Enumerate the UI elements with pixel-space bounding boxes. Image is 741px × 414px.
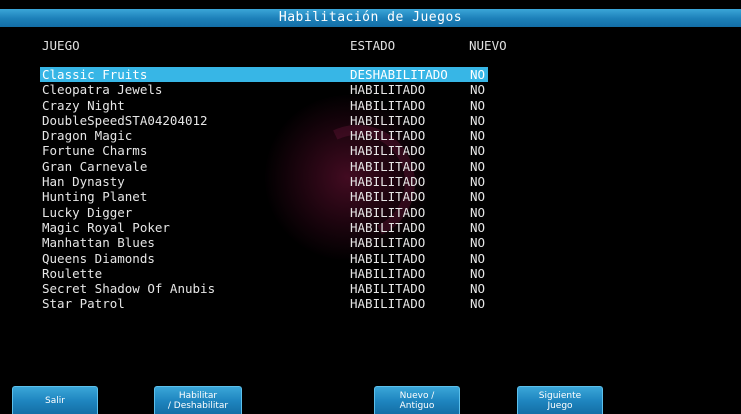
game-enable-screen: Habilitación de Juegos JUEGO ESTADO NUEV…	[0, 0, 741, 414]
habilitar-button-label-line2: / Deshabilitar	[167, 400, 229, 411]
game-name: Queens Diamonds	[42, 250, 155, 266]
game-estado: HABILITADO	[350, 143, 426, 159]
game-name: Dragon Magic	[42, 128, 133, 144]
table-row[interactable]: Hunting Planet HABILITADO NO	[0, 189, 741, 204]
game-name: Han Dynasty	[42, 174, 125, 190]
column-header-nuevo: NUEVO	[469, 38, 507, 53]
game-nuevo: NO	[470, 219, 486, 235]
game-nuevo: NO	[470, 189, 486, 205]
habilitar-deshabilitar-button[interactable]: Habilitar / Deshabilitar	[154, 386, 242, 414]
game-nuevo: NO	[470, 265, 486, 281]
game-nuevo: NO	[470, 158, 486, 174]
game-estado: HABILITADO	[350, 281, 426, 297]
game-name: Cleopatra Jewels	[42, 82, 163, 98]
nuevo-button-label-line1: Nuevo /	[399, 390, 435, 401]
siguiente-button-label-line2: Juego	[547, 400, 573, 411]
game-nuevo: NO	[470, 128, 486, 144]
table-row[interactable]: Dragon Magic HABILITADO NO	[0, 128, 741, 143]
table-row[interactable]: Classic Fruits DESHABILITADO NO	[0, 67, 741, 82]
game-nuevo: NO	[470, 112, 486, 128]
game-estado: HABILITADO	[350, 128, 426, 144]
table-row[interactable]: Crazy Night HABILITADO NO	[0, 98, 741, 113]
games-list: Classic Fruits DESHABILITADO NO Cleopatr…	[0, 67, 741, 312]
siguiente-juego-button[interactable]: Siguiente Juego	[517, 386, 603, 414]
table-row[interactable]: Queens Diamonds HABILITADO NO	[0, 251, 741, 266]
game-name: Roulette	[42, 265, 103, 281]
table-row[interactable]: Lucky Digger HABILITADO NO	[0, 205, 741, 220]
game-estado: HABILITADO	[350, 97, 426, 113]
game-name: Hunting Planet	[42, 189, 148, 205]
game-estado: HABILITADO	[350, 112, 426, 128]
game-name: Star Patrol	[42, 296, 125, 312]
game-estado: HABILITADO	[350, 250, 426, 266]
game-nuevo: NO	[470, 235, 486, 251]
table-row[interactable]: Manhattan Blues HABILITADO NO	[0, 235, 741, 250]
salir-button-label: Salir	[45, 395, 65, 406]
game-nuevo: NO	[470, 296, 486, 312]
game-name: Secret Shadow Of Anubis	[42, 281, 216, 297]
game-name: Lucky Digger	[42, 204, 133, 220]
table-row[interactable]: Secret Shadow Of Anubis HABILITADO NO	[0, 281, 741, 296]
game-estado: HABILITADO	[350, 219, 426, 235]
table-row[interactable]: Roulette HABILITADO NO	[0, 266, 741, 281]
table-row[interactable]: Star Patrol HABILITADO NO	[0, 296, 741, 311]
game-estado: HABILITADO	[350, 174, 426, 190]
nuevo-antiguo-button[interactable]: Nuevo / Antiguo	[374, 386, 460, 414]
game-estado: HABILITADO	[350, 158, 426, 174]
game-nuevo: NO	[470, 174, 486, 190]
game-estado: HABILITADO	[350, 204, 426, 220]
game-nuevo: NO	[470, 204, 486, 220]
table-row[interactable]: Fortune Charms HABILITADO NO	[0, 143, 741, 158]
game-nuevo: NO	[470, 67, 486, 82]
game-estado: HABILITADO	[350, 265, 426, 281]
game-name: Magic Royal Poker	[42, 219, 170, 235]
column-header-estado: ESTADO	[350, 38, 396, 53]
table-row[interactable]: DoubleSpeedSTA04204012 HABILITADO NO	[0, 113, 741, 128]
table-row[interactable]: Gran Carnevale HABILITADO NO	[0, 159, 741, 174]
salir-button[interactable]: Salir	[12, 386, 98, 414]
game-name: Manhattan Blues	[42, 235, 155, 251]
game-name: Crazy Night	[42, 97, 125, 113]
table-row[interactable]: Cleopatra Jewels HABILITADO NO	[0, 82, 741, 97]
game-name: Fortune Charms	[42, 143, 148, 159]
game-nuevo: NO	[470, 97, 486, 113]
game-name: DoubleSpeedSTA04204012	[42, 112, 208, 128]
game-name: Classic Fruits	[42, 67, 148, 82]
game-nuevo: NO	[470, 250, 486, 266]
screen-title: Habilitación de Juegos	[0, 9, 741, 27]
game-estado: HABILITADO	[350, 189, 426, 205]
game-name: Gran Carnevale	[42, 158, 148, 174]
game-estado: DESHABILITADO	[350, 67, 448, 82]
game-nuevo: NO	[470, 82, 486, 98]
game-estado: HABILITADO	[350, 82, 426, 98]
nuevo-button-label-line2: Antiguo	[399, 400, 435, 411]
habilitar-button-label-line1: Habilitar	[178, 390, 218, 401]
siguiente-button-label-line1: Siguiente	[538, 390, 582, 401]
game-estado: HABILITADO	[350, 235, 426, 251]
column-header-juego: JUEGO	[42, 38, 80, 53]
game-estado: HABILITADO	[350, 296, 426, 312]
game-nuevo: NO	[470, 143, 486, 159]
game-nuevo: NO	[470, 281, 486, 297]
table-row[interactable]: Han Dynasty HABILITADO NO	[0, 174, 741, 189]
table-row[interactable]: Magic Royal Poker HABILITADO NO	[0, 220, 741, 235]
